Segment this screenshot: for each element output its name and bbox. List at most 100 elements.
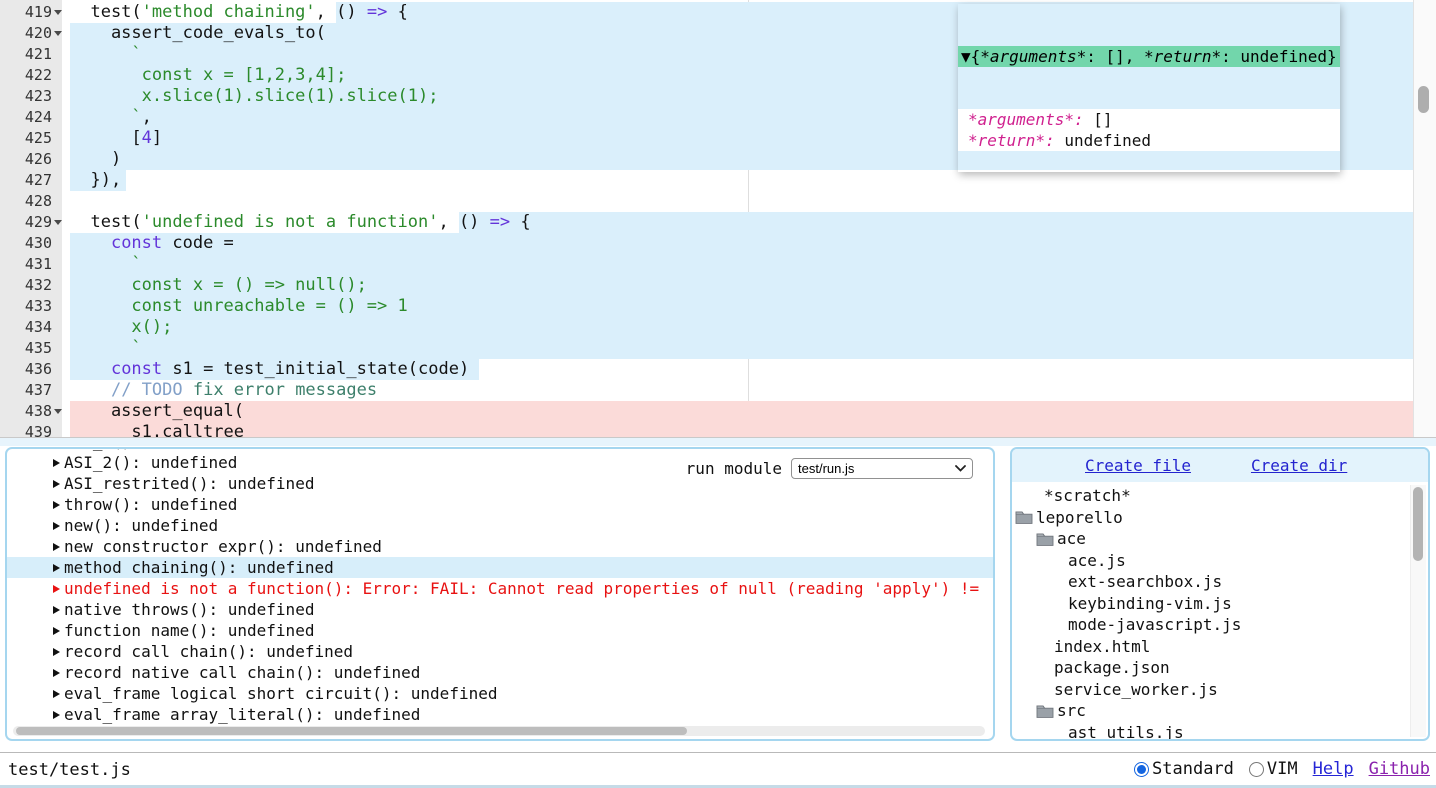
line-number[interactable]: 425 [0,128,62,149]
file-tree-scrollbar-thumb[interactable] [1413,487,1423,561]
expand-arrow-icon[interactable] [53,690,60,698]
test-result-item[interactable]: undefined is not a function(): Error: FA… [7,578,993,599]
fold-arrow-icon[interactable] [54,220,62,225]
code-line[interactable]: }), [62,170,1413,191]
test-result-item[interactable]: eval_frame logical short circuit(): unde… [7,683,993,704]
line-number[interactable]: 427 [0,170,62,191]
create-dir-link[interactable]: Create dir [1251,456,1347,475]
editor-scrollbar-thumb[interactable] [1418,86,1429,113]
keybinding-vim-option[interactable]: VIM [1249,759,1298,779]
expand-arrow-icon[interactable] [53,606,60,614]
line-number[interactable]: 436 [0,359,62,380]
line-number[interactable]: 424 [0,107,62,128]
file-tree-file[interactable]: package.json [1012,657,1410,679]
file-tree-file[interactable]: keybinding-vim.js [1012,593,1410,615]
keybinding-standard-option[interactable]: Standard [1134,759,1234,779]
line-number[interactable]: 430 [0,233,62,254]
line-number[interactable]: 437 [0,380,62,401]
inspector-entry[interactable]: *arguments*: [] [968,109,1332,130]
code-line[interactable]: test('undefined is not a function', () =… [62,212,1413,233]
line-number[interactable]: 431 [0,254,62,275]
file-tree-file[interactable]: ext-searchbox.js [1012,571,1410,593]
line-number[interactable]: 433 [0,296,62,317]
inspector-entry[interactable]: *return*: undefined [968,130,1332,151]
expand-arrow-icon[interactable] [53,480,60,488]
inspector-collapsed-summary[interactable]: ▼{*arguments*: [], *return*: undefined} [958,46,1340,67]
test-result-label: new constructor expr(): undefined [64,536,382,557]
test-result-item[interactable]: method chaining(): undefined [7,557,993,578]
line-number[interactable]: 423 [0,86,62,107]
file-tree-folder[interactable]: src [1012,700,1410,722]
expand-arrow-icon[interactable] [53,459,60,467]
expand-arrow-icon[interactable] [53,585,60,593]
test-result-item[interactable]: function name(): undefined [7,620,993,641]
code-line[interactable]: // TODO fix error messages [62,380,1413,401]
test-result-item[interactable]: native throws(): undefined [7,599,993,620]
expand-arrow-icon[interactable] [53,522,60,530]
vim-radio[interactable] [1249,762,1264,777]
expand-arrow-icon[interactable] [53,501,60,509]
code-line-text: ` [62,254,1413,275]
code-line[interactable]: ` [62,254,1413,275]
line-number[interactable]: 434 [0,317,62,338]
file-tree-file[interactable]: ace.js [1012,550,1410,572]
line-number[interactable]: 429 [0,212,62,233]
run-module-select[interactable]: test/run.js [791,458,973,479]
expand-arrow-icon[interactable] [53,669,60,677]
line-number[interactable]: 435 [0,338,62,359]
standard-radio[interactable] [1134,762,1149,777]
file-tree-scrollbar[interactable] [1410,485,1426,737]
editor-bottom-strip [0,438,1436,446]
expand-arrow-icon[interactable] [53,543,60,551]
code-line[interactable]: const x = () => null(); [62,275,1413,296]
fold-arrow-icon[interactable] [54,409,62,414]
code-line-text: s1.calltree [62,422,1413,438]
line-number[interactable]: 420 [0,23,62,44]
line-number[interactable]: 438 [0,401,62,422]
test-result-item[interactable]: record native call chain(): undefined [7,662,993,683]
expand-arrow-icon[interactable] [53,648,60,656]
test-result-item[interactable]: new(): undefined [7,515,993,536]
fold-arrow-icon[interactable] [54,31,62,36]
file-tree-file[interactable]: ast_utils.js [1012,722,1410,740]
line-number[interactable]: 432 [0,275,62,296]
file-tree-file[interactable]: service_worker.js [1012,679,1410,701]
file-tree-file[interactable]: mode-javascript.js [1012,614,1410,636]
results-scrollbar-thumb[interactable] [16,727,687,735]
line-number[interactable]: 428 [0,191,62,212]
line-number[interactable]: 419 [0,2,62,23]
file-tree-file[interactable]: index.html [1012,636,1410,658]
file-name: leporello [1036,507,1123,529]
file-tree-folder[interactable]: ace [1012,528,1410,550]
code-line[interactable]: s1.calltree [62,422,1413,438]
test-result-item[interactable]: throw(): undefined [7,494,993,515]
file-tree-folder[interactable]: leporello [1012,507,1410,529]
expand-arrow-icon[interactable] [53,627,60,635]
test-result-item[interactable]: new constructor expr(): undefined [7,536,993,557]
code-line[interactable]: x(); [62,317,1413,338]
code-line[interactable]: const unreachable = () => 1 [62,296,1413,317]
line-number-text: 431 [25,255,52,273]
file-tree-file[interactable]: *scratch* [1012,485,1410,507]
create-file-link[interactable]: Create file [1085,456,1191,475]
line-number[interactable]: 439 [0,422,62,438]
github-link[interactable]: Github [1369,759,1430,779]
line-number[interactable]: 426 [0,149,62,170]
code-line[interactable]: const code = [62,233,1413,254]
expand-arrow-icon[interactable] [53,564,60,572]
code-line[interactable]: const s1 = test_initial_state(code) [62,359,1413,380]
test-result-label: ASI_restrited(): undefined [64,473,314,494]
test-result-item[interactable]: record call chain(): undefined [7,641,993,662]
results-horizontal-scrollbar[interactable] [13,726,985,736]
line-number[interactable]: 421 [0,44,62,65]
test-result-item[interactable]: eval_frame array_literal(): undefined [7,704,993,725]
line-number[interactable]: 422 [0,65,62,86]
editor-vertical-scrollbar[interactable] [1413,0,1436,437]
code-line[interactable]: ` [62,338,1413,359]
fold-arrow-icon[interactable] [54,10,62,15]
help-link[interactable]: Help [1313,759,1354,779]
folder-icon [1036,532,1054,546]
code-line[interactable] [62,191,1413,212]
code-line[interactable]: assert_equal( [62,401,1413,422]
expand-arrow-icon[interactable] [53,711,60,719]
